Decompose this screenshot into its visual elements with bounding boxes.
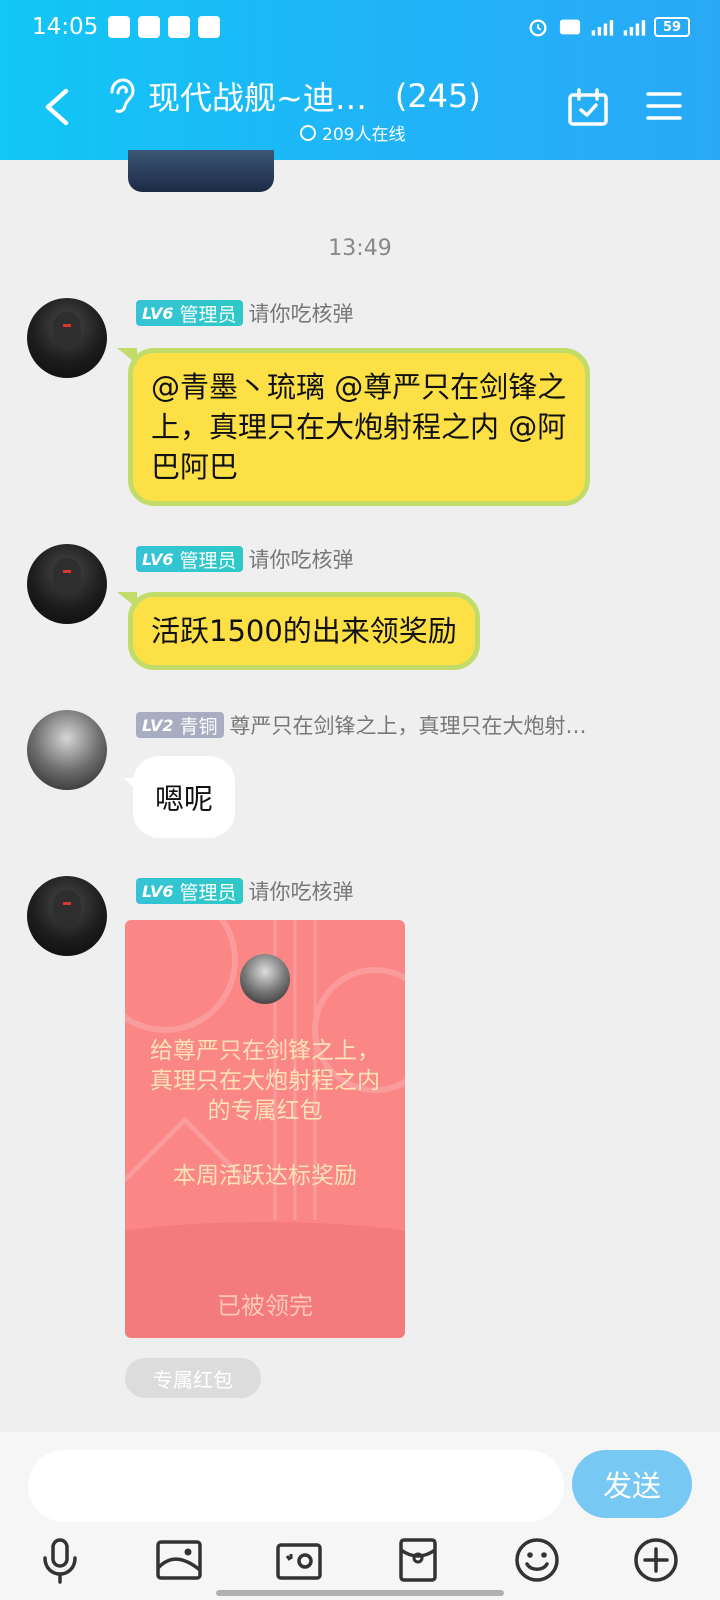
emoji-icon[interactable] bbox=[513, 1536, 561, 1584]
level-badge: LV6 管理员 bbox=[136, 546, 243, 572]
menu-icon[interactable] bbox=[646, 90, 682, 122]
ear-icon bbox=[110, 78, 135, 113]
message-meta: LV6 管理员 请你吃核弹 bbox=[136, 876, 354, 906]
image-message[interactable] bbox=[128, 150, 274, 192]
online-count: 209人在线 bbox=[322, 125, 406, 145]
status-bar: 14:05 59 bbox=[0, 0, 720, 58]
calendar-check-icon[interactable] bbox=[568, 88, 608, 126]
sender-name[interactable]: 尊严只在剑锋之上，真理只在大炮射… bbox=[230, 710, 587, 740]
notification-icons bbox=[108, 16, 220, 38]
app-notification-icon bbox=[138, 16, 160, 38]
sender-name[interactable]: 请你吃核弹 bbox=[249, 544, 354, 574]
message-timestamp: 13:49 bbox=[328, 236, 392, 261]
message-bubble[interactable]: 活跃1500的出来领奖励 bbox=[117, 592, 480, 670]
chat-title[interactable]: 现代战舰~迪… (245) bbox=[106, 74, 481, 118]
signal-5g-icon bbox=[591, 20, 614, 36]
home-indicator bbox=[216, 1590, 504, 1596]
microphone-icon[interactable] bbox=[36, 1536, 84, 1584]
hd-icon bbox=[559, 19, 581, 35]
level-badge: LV6 管理员 bbox=[136, 878, 243, 904]
signal-4g-icon bbox=[623, 20, 646, 36]
group-name: 现代战舰~迪… bbox=[148, 79, 367, 117]
avatar[interactable] bbox=[27, 710, 107, 790]
image-icon[interactable] bbox=[155, 1536, 203, 1584]
5g-notification-icon bbox=[168, 16, 190, 38]
online-icon bbox=[300, 124, 316, 141]
packet-message: 给尊严只在剑锋之上，真理只在大炮射程之内的专属红包 bbox=[150, 1038, 380, 1124]
online-status: 209人在线 bbox=[300, 120, 405, 145]
sender-name[interactable]: 请你吃核弹 bbox=[249, 298, 354, 328]
message-meta: LV2 青铜 尊严只在剑锋之上，真理只在大炮射… bbox=[136, 710, 587, 740]
alarm-icon bbox=[529, 19, 547, 37]
app-notification-icon bbox=[198, 16, 220, 38]
message-meta: LV6 管理员 请你吃核弹 bbox=[136, 544, 354, 574]
sender-name[interactable]: 请你吃核弹 bbox=[249, 876, 354, 906]
plus-icon[interactable] bbox=[632, 1536, 680, 1584]
message-bubble[interactable]: @青墨丶琉璃 @尊严只在剑锋之上，真理只在大炮射程之内 @阿巴阿巴 bbox=[117, 348, 590, 506]
member-count: (245) bbox=[394, 77, 481, 115]
packet-note: 本周活跃达标奖励 bbox=[173, 1163, 357, 1189]
packet-type-tag: 专属红包 bbox=[125, 1358, 261, 1398]
camera-icon[interactable] bbox=[275, 1536, 323, 1584]
chat-header: 14:05 59 现代战舰~迪… (245) 209人在线 bbox=[0, 0, 720, 160]
send-button[interactable]: 发送 bbox=[572, 1450, 692, 1518]
red-packet-icon[interactable] bbox=[394, 1536, 442, 1584]
level-badge: LV6 管理员 bbox=[136, 300, 243, 326]
red-packet[interactable]: 给尊严只在剑锋之上，真理只在大炮射程之内的专属红包 本周活跃达标奖励 已被领完 bbox=[125, 920, 405, 1338]
avatar[interactable] bbox=[27, 876, 107, 956]
message-bubble[interactable]: 嗯呢 bbox=[122, 756, 236, 838]
status-time: 14:05 bbox=[32, 14, 99, 40]
packet-status: 已被领完 bbox=[217, 1292, 313, 1320]
message-meta: LV6 管理员 请你吃核弹 bbox=[136, 298, 354, 328]
app-notification-icon bbox=[108, 16, 130, 38]
level-badge: LV2 青铜 bbox=[136, 712, 224, 738]
avatar[interactable] bbox=[27, 544, 107, 624]
status-right: 59 bbox=[526, 16, 690, 38]
back-icon[interactable] bbox=[42, 88, 72, 126]
avatar[interactable] bbox=[27, 298, 107, 378]
packet-sender-avatar bbox=[240, 954, 290, 1004]
battery-icon: 59 bbox=[654, 17, 690, 37]
input-bar: 发送 bbox=[0, 1432, 720, 1600]
message-input[interactable] bbox=[28, 1450, 564, 1522]
